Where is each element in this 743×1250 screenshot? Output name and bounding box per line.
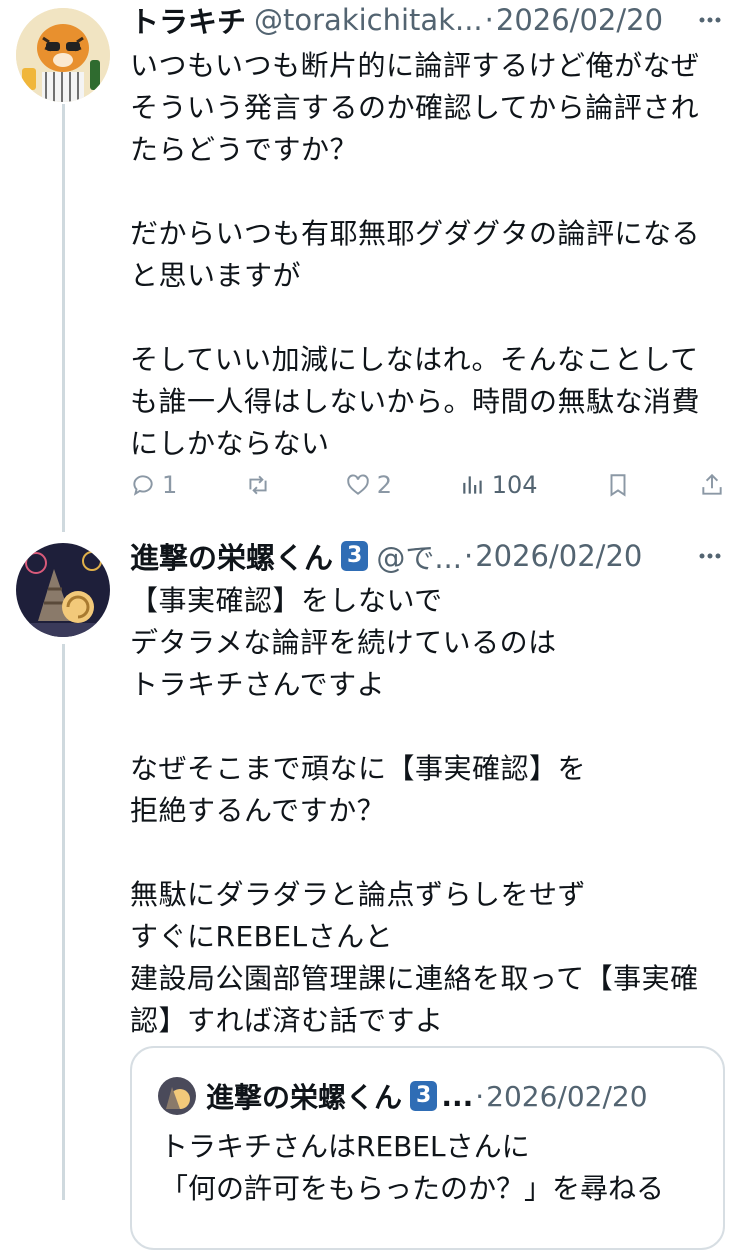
share-button[interactable] [699, 472, 725, 498]
reply-count: 1 [162, 471, 178, 499]
views-count: 104 [491, 471, 538, 499]
truncation-ellipsis: ... [441, 1079, 474, 1113]
quoted-tweet-card[interactable]: 進撃の栄螺くん 3 ... · 2026/02/20 トラキチさんはREBELさ… [130, 1046, 725, 1250]
views-button[interactable]: 104 [460, 471, 538, 499]
tweet-text: 【事実確認】をしないで デタラメな論評を続けているのは トラキチさんですよ なぜ… [130, 584, 699, 1037]
more-options-icon[interactable] [695, 5, 725, 35]
snail-avatar-icon [158, 1077, 196, 1115]
avatar[interactable] [16, 543, 110, 637]
thread-line-bottom [62, 644, 65, 1200]
tiger-avatar-icon [16, 8, 110, 102]
author-name[interactable]: トラキチ [130, 0, 246, 41]
avatar[interactable] [16, 8, 110, 102]
tweet-date[interactable]: 2026/02/20 [475, 539, 642, 573]
author-handle[interactable]: @torakichitak... [254, 3, 483, 37]
separator-dot: · [475, 1079, 485, 1113]
like-button[interactable]: 2 [345, 471, 392, 499]
keycap-badge: 3 [410, 1081, 438, 1111]
more-options-icon[interactable] [695, 541, 725, 571]
heart-icon [346, 474, 369, 495]
thread-line-top [62, 104, 65, 532]
tweet-header: 進撃の栄螺くん 3 @で... · 2026/02/20 [130, 536, 725, 576]
quoted-tweet-text: トラキチさんはREBELさんに 「何の許可をもらったのか？」を尋ねる [160, 1130, 665, 1205]
repost-icon [249, 475, 267, 495]
keycap-badge: 3 [341, 541, 369, 571]
like-count: 2 [376, 471, 392, 499]
reply-button[interactable]: 1 [130, 471, 177, 499]
separator-dot: · [463, 539, 474, 573]
share-icon [702, 473, 722, 495]
reply-icon [133, 475, 153, 496]
quoted-author-name: 進撃の栄螺くん [206, 1081, 403, 1114]
author-handle[interactable]: @で... [376, 535, 462, 577]
tweet-date[interactable]: 2026/02/20 [496, 3, 663, 37]
quoted-tweet-date: 2026/02/20 [486, 1079, 648, 1113]
snail-avatar-icon [16, 543, 110, 637]
repost-button[interactable] [245, 472, 277, 498]
tweet-text: いつもいつも断片的に論評するけど俺がなぜそういう発言するのか確認してから論評され… [130, 49, 701, 460]
views-chart-icon [462, 476, 482, 494]
separator-dot: · [484, 3, 494, 37]
author-name[interactable]: 進撃の栄螺くん [130, 535, 333, 577]
quoted-tweet-header: 進撃の栄螺くん 3 ... · 2026/02/20 [158, 1076, 707, 1116]
quoted-avatar [158, 1077, 196, 1115]
bookmark-icon [610, 474, 626, 497]
bookmark-button[interactable] [605, 472, 631, 498]
tweet-actions: 1 2 104 [130, 465, 725, 505]
tweet-header: トラキチ @torakichitak... · 2026/02/20 [130, 0, 725, 40]
